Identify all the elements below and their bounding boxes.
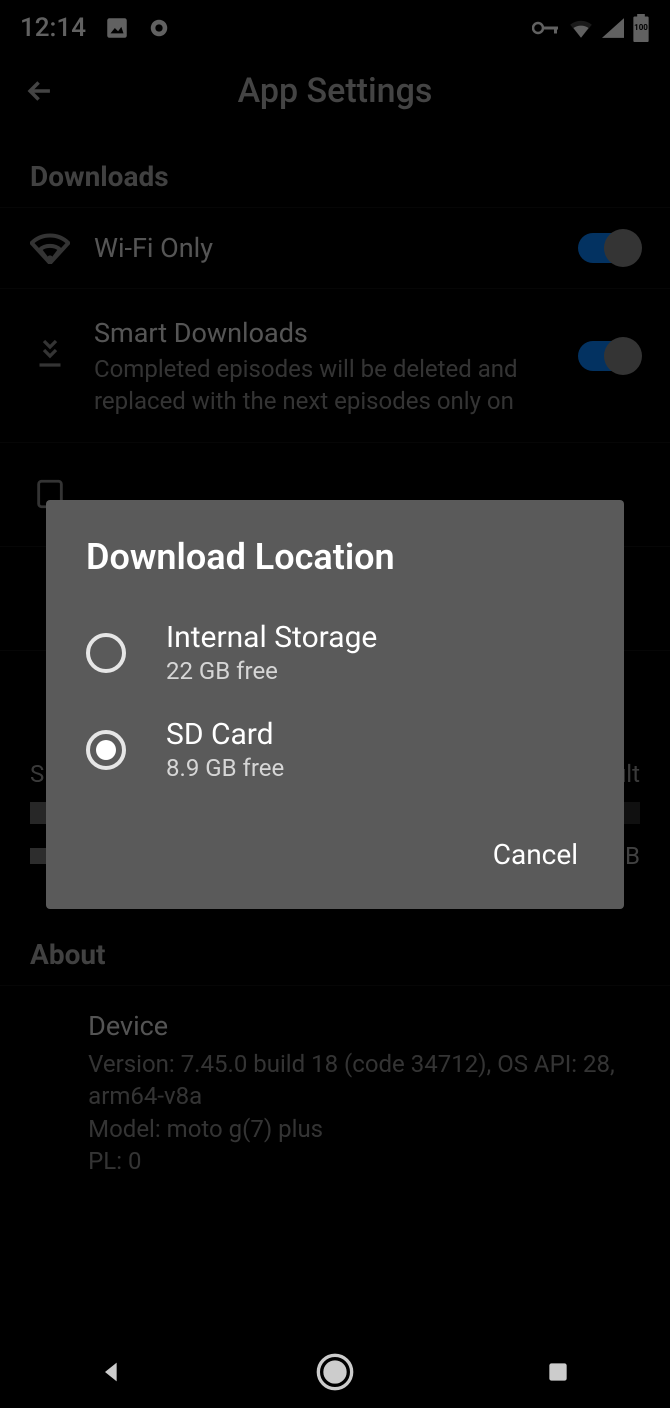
nav-home-button[interactable] <box>312 1349 358 1395</box>
system-nav-bar <box>0 1336 670 1408</box>
download-location-dialog: Download Location Internal Storage 22 GB… <box>46 500 624 909</box>
option-internal-storage-label: Internal Storage <box>166 620 377 655</box>
nav-recents-button[interactable] <box>535 1349 581 1395</box>
option-internal-storage[interactable]: Internal Storage 22 GB free <box>86 604 584 701</box>
cancel-button[interactable]: Cancel <box>487 828 584 881</box>
dialog-title: Download Location <box>86 536 584 578</box>
option-sd-card-sub: 8.9 GB free <box>166 754 284 782</box>
radio-sd-card[interactable] <box>86 730 126 770</box>
option-sd-card-label: SD Card <box>166 717 284 752</box>
option-internal-storage-sub: 22 GB free <box>166 657 377 685</box>
radio-internal-storage[interactable] <box>86 633 126 673</box>
nav-back-button[interactable] <box>89 1349 135 1395</box>
option-sd-card[interactable]: SD Card 8.9 GB free <box>86 701 584 798</box>
